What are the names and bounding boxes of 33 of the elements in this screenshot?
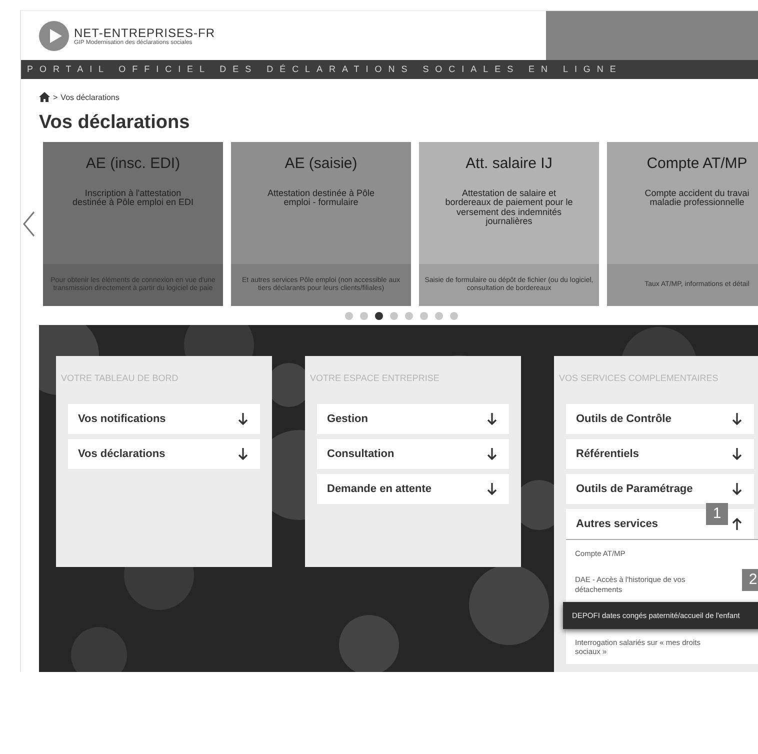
card-title: Compte AT/MP	[646, 155, 748, 172]
step-number-badge: 1	[706, 503, 728, 525]
accordion-item[interactable]: Référentiels	[566, 439, 754, 469]
tagline-band: PORTAIL OFFICIEL DES DÉCLARATIONS SOCIALES EN LIGNE	[21, 60, 758, 79]
carousel-dot[interactable]	[450, 312, 458, 320]
accordion-item[interactable]: Vos déclarations	[68, 439, 260, 469]
carousel-dot[interactable]	[374, 312, 382, 320]
card-description: Compte accident du travai maladie professionnelle	[644, 189, 750, 208]
card-description: Attestation de salaire et bordereaux de paiement pour le versement des indemnités journalières	[444, 189, 574, 227]
carousel-dot[interactable]	[390, 312, 398, 320]
accordion-item[interactable]: Consultation	[317, 439, 509, 469]
card-title: Att. salaire IJ	[466, 155, 552, 172]
carousel-dot[interactable]	[434, 312, 442, 320]
accordion-item[interactable]: Demande en attente	[317, 474, 509, 504]
carousel-dot[interactable]	[404, 312, 412, 320]
card-title: AE (saisie)	[284, 155, 358, 172]
accordion-item[interactable]: Vos notifications	[68, 404, 260, 434]
page-title: Vos déclarations	[39, 112, 191, 134]
card-title: AE (insc. EDI)	[86, 155, 180, 172]
card-description: Attestation destinée à Pôle emploi - formulaire	[266, 189, 376, 208]
step-number-badge: 2	[742, 569, 758, 592]
home-icon[interactable]	[39, 92, 50, 102]
accordion-item[interactable]: Outils de Contrôle	[566, 404, 754, 434]
logo-title[interactable]: NET-ENTREPRISES-FR	[74, 26, 216, 40]
accordion-item[interactable]: Gestion	[317, 404, 509, 434]
accordion-item[interactable]: Outils de Paramétrage	[566, 474, 754, 504]
breadcrumb-separator: >	[53, 92, 58, 102]
carousel-dot[interactable]	[344, 312, 352, 320]
play-logo-icon[interactable]	[39, 20, 69, 50]
carousel-dot[interactable]	[360, 312, 368, 320]
card-description: Inscription à l'attestation destinée à Pôle emploi en EDI	[71, 189, 195, 208]
breadcrumb-item: Vos déclarations	[60, 92, 120, 102]
carousel-dot[interactable]	[420, 312, 428, 320]
